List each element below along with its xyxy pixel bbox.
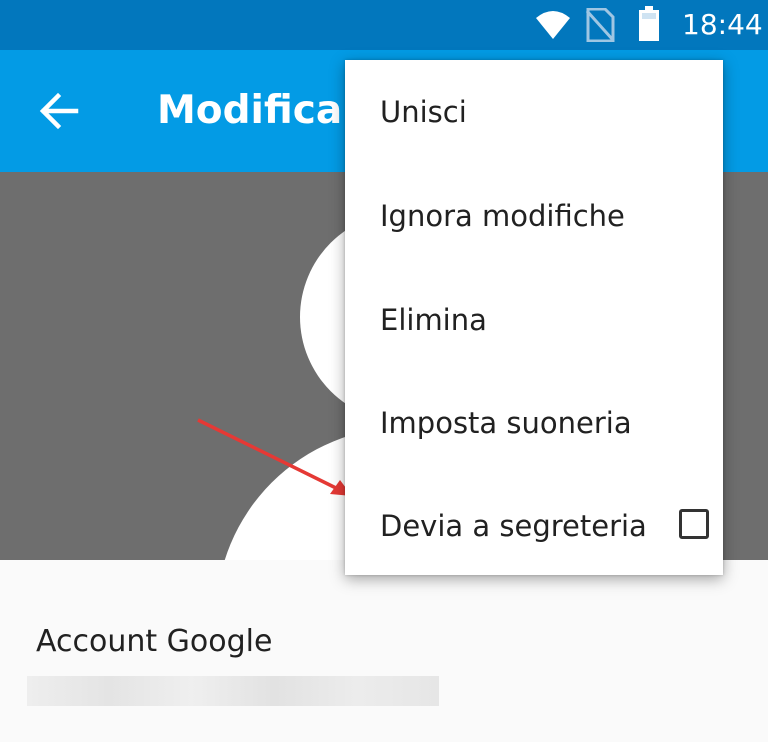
menu-item-imposta-suoneria[interactable]: Imposta suoneria — [345, 371, 723, 475]
annotation-arrow-icon — [197, 418, 352, 496]
status-time: 18:44 — [682, 8, 763, 41]
status-bar: 18:44 — [0, 0, 768, 50]
wifi-icon — [536, 11, 570, 39]
menu-item-devia-segreteria[interactable]: Devia a segreteria — [345, 474, 723, 578]
arrow-back-icon[interactable] — [36, 88, 82, 134]
account-label: Account Google — [36, 624, 273, 659]
menu-item-elimina[interactable]: Elimina — [345, 268, 723, 372]
menu-item-label: Imposta suoneria — [380, 406, 632, 440]
menu-item-label: Devia a segreteria — [380, 509, 647, 543]
battery-icon — [639, 6, 659, 41]
voicemail-checkbox[interactable] — [679, 509, 709, 539]
overflow-menu: Unisci Ignora modifiche Elimina Imposta … — [345, 60, 723, 575]
menu-item-label: Unisci — [380, 95, 467, 129]
account-value-redacted — [27, 676, 439, 706]
menu-item-label: Elimina — [380, 303, 487, 337]
menu-item-label: Ignora modifiche — [380, 199, 625, 233]
menu-item-unisci[interactable]: Unisci — [345, 60, 723, 164]
menu-item-ignora-modifiche[interactable]: Ignora modifiche — [345, 164, 723, 268]
no-sim-icon — [585, 8, 615, 42]
edit-contact-screen: 18:44 Modifica contatto Unisci Ignora mo… — [0, 0, 768, 742]
